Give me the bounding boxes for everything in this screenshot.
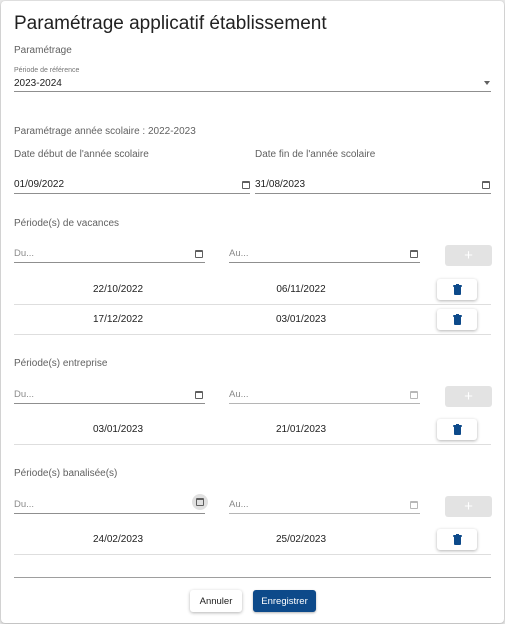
row-divider — [14, 334, 491, 335]
end-date-value: 31/08/2023 — [255, 179, 306, 190]
table-row: 22/10/2022 06/11/2022 — [14, 275, 491, 305]
vacances-from-field[interactable]: Du... — [14, 246, 205, 263]
calendar-icon[interactable] — [478, 177, 494, 193]
vacances-from-placeholder: Du... — [14, 248, 35, 259]
vacances-from-underline — [14, 262, 205, 263]
chevron-down-icon — [484, 81, 490, 85]
trash-icon — [452, 424, 462, 435]
entreprise-from-field[interactable]: Du... — [14, 387, 205, 404]
entreprise-from-placeholder: Du... — [14, 389, 35, 400]
entreprise-to-underline — [229, 403, 420, 404]
period-to-cell: 21/01/2023 — [275, 424, 327, 435]
banalisees-to-underline — [229, 513, 420, 514]
banalisees-to-placeholder: Au... — [229, 499, 249, 510]
reference-period-select[interactable]: Période de référence 2023-2024 — [14, 65, 491, 93]
vacances-to-field[interactable]: Au... — [229, 246, 420, 263]
period-to-cell: 06/11/2022 — [276, 284, 326, 295]
start-date-value: 01/09/2022 — [14, 179, 65, 190]
section-parametrage-label: Paramétrage — [14, 45, 72, 56]
banalisees-from-underline — [14, 513, 205, 514]
start-date-label: Date début de l'année scolaire — [14, 149, 149, 160]
period-to-cell: 03/01/2023 — [275, 314, 327, 325]
period-from-cell: 03/01/2023 — [92, 424, 144, 435]
row-divider — [14, 444, 491, 445]
period-from-cell: 22/10/2022 — [92, 284, 144, 295]
plus-icon: + — [464, 498, 473, 515]
calendar-icon[interactable] — [192, 494, 208, 510]
delete-period-button[interactable] — [437, 529, 477, 550]
delete-period-button[interactable] — [437, 419, 477, 440]
banalisees-from-placeholder: Du... — [14, 499, 35, 510]
end-date-underline — [255, 193, 491, 194]
entreprise-to-field[interactable]: Au... — [229, 387, 420, 404]
end-date-label: Date fin de l'année scolaire — [255, 149, 376, 160]
entreprise-to-placeholder: Au... — [229, 389, 249, 400]
period-from-cell: 24/02/2023 — [92, 534, 144, 545]
delete-period-button[interactable] — [437, 309, 477, 330]
school-year-heading: Paramétrage année scolaire : 2022-2023 — [14, 126, 196, 137]
entreprise-label: Période(s) entreprise — [14, 358, 108, 369]
cancel-button[interactable]: Annuler — [190, 590, 242, 612]
trash-icon — [452, 284, 462, 295]
banalisees-to-field[interactable]: Au... — [229, 497, 420, 514]
start-date-field[interactable]: 01/09/2022 — [14, 177, 250, 194]
calendar-icon[interactable] — [406, 497, 422, 513]
table-row: 03/01/2023 21/01/2023 — [14, 415, 491, 445]
table-row: 17/12/2022 03/01/2023 — [14, 305, 491, 335]
add-banalisees-button[interactable]: + — [445, 496, 492, 517]
dialog-title: Paramétrage applicatif établissement — [14, 13, 327, 34]
settings-dialog: Paramétrage applicatif établissement Par… — [1, 1, 504, 623]
trash-icon — [452, 534, 462, 545]
plus-icon: + — [464, 388, 473, 405]
calendar-icon[interactable] — [406, 246, 422, 262]
add-entreprise-button[interactable]: + — [445, 386, 492, 407]
vacances-to-underline — [229, 262, 420, 263]
reference-period-label: Période de référence — [14, 67, 80, 74]
plus-icon: + — [464, 247, 473, 264]
reference-period-value: 2023-2024 — [14, 78, 62, 89]
calendar-icon[interactable] — [191, 387, 207, 403]
vacances-to-placeholder: Au... — [229, 248, 249, 259]
vacances-label: Période(s) de vacances — [14, 218, 120, 229]
banalisees-from-field[interactable]: Du... — [14, 494, 208, 514]
footer-divider — [14, 577, 491, 578]
trash-icon — [452, 314, 462, 325]
period-to-cell: 25/02/2023 — [275, 534, 327, 545]
reference-period-underline — [14, 91, 491, 92]
calendar-icon[interactable] — [406, 387, 422, 403]
end-date-field[interactable]: 31/08/2023 — [255, 177, 491, 194]
table-row: 24/02/2023 25/02/2023 — [14, 525, 491, 555]
delete-period-button[interactable] — [437, 279, 477, 300]
start-date-underline — [14, 193, 250, 194]
entreprise-from-underline — [14, 403, 205, 404]
add-vacances-button[interactable]: + — [445, 245, 492, 266]
row-divider — [14, 554, 491, 555]
calendar-icon[interactable] — [238, 177, 254, 193]
calendar-icon[interactable] — [191, 246, 207, 262]
banalisees-label: Période(s) banalisée(s) — [14, 468, 118, 479]
period-from-cell: 17/12/2022 — [92, 314, 144, 325]
save-button[interactable]: Enregistrer — [253, 590, 316, 612]
